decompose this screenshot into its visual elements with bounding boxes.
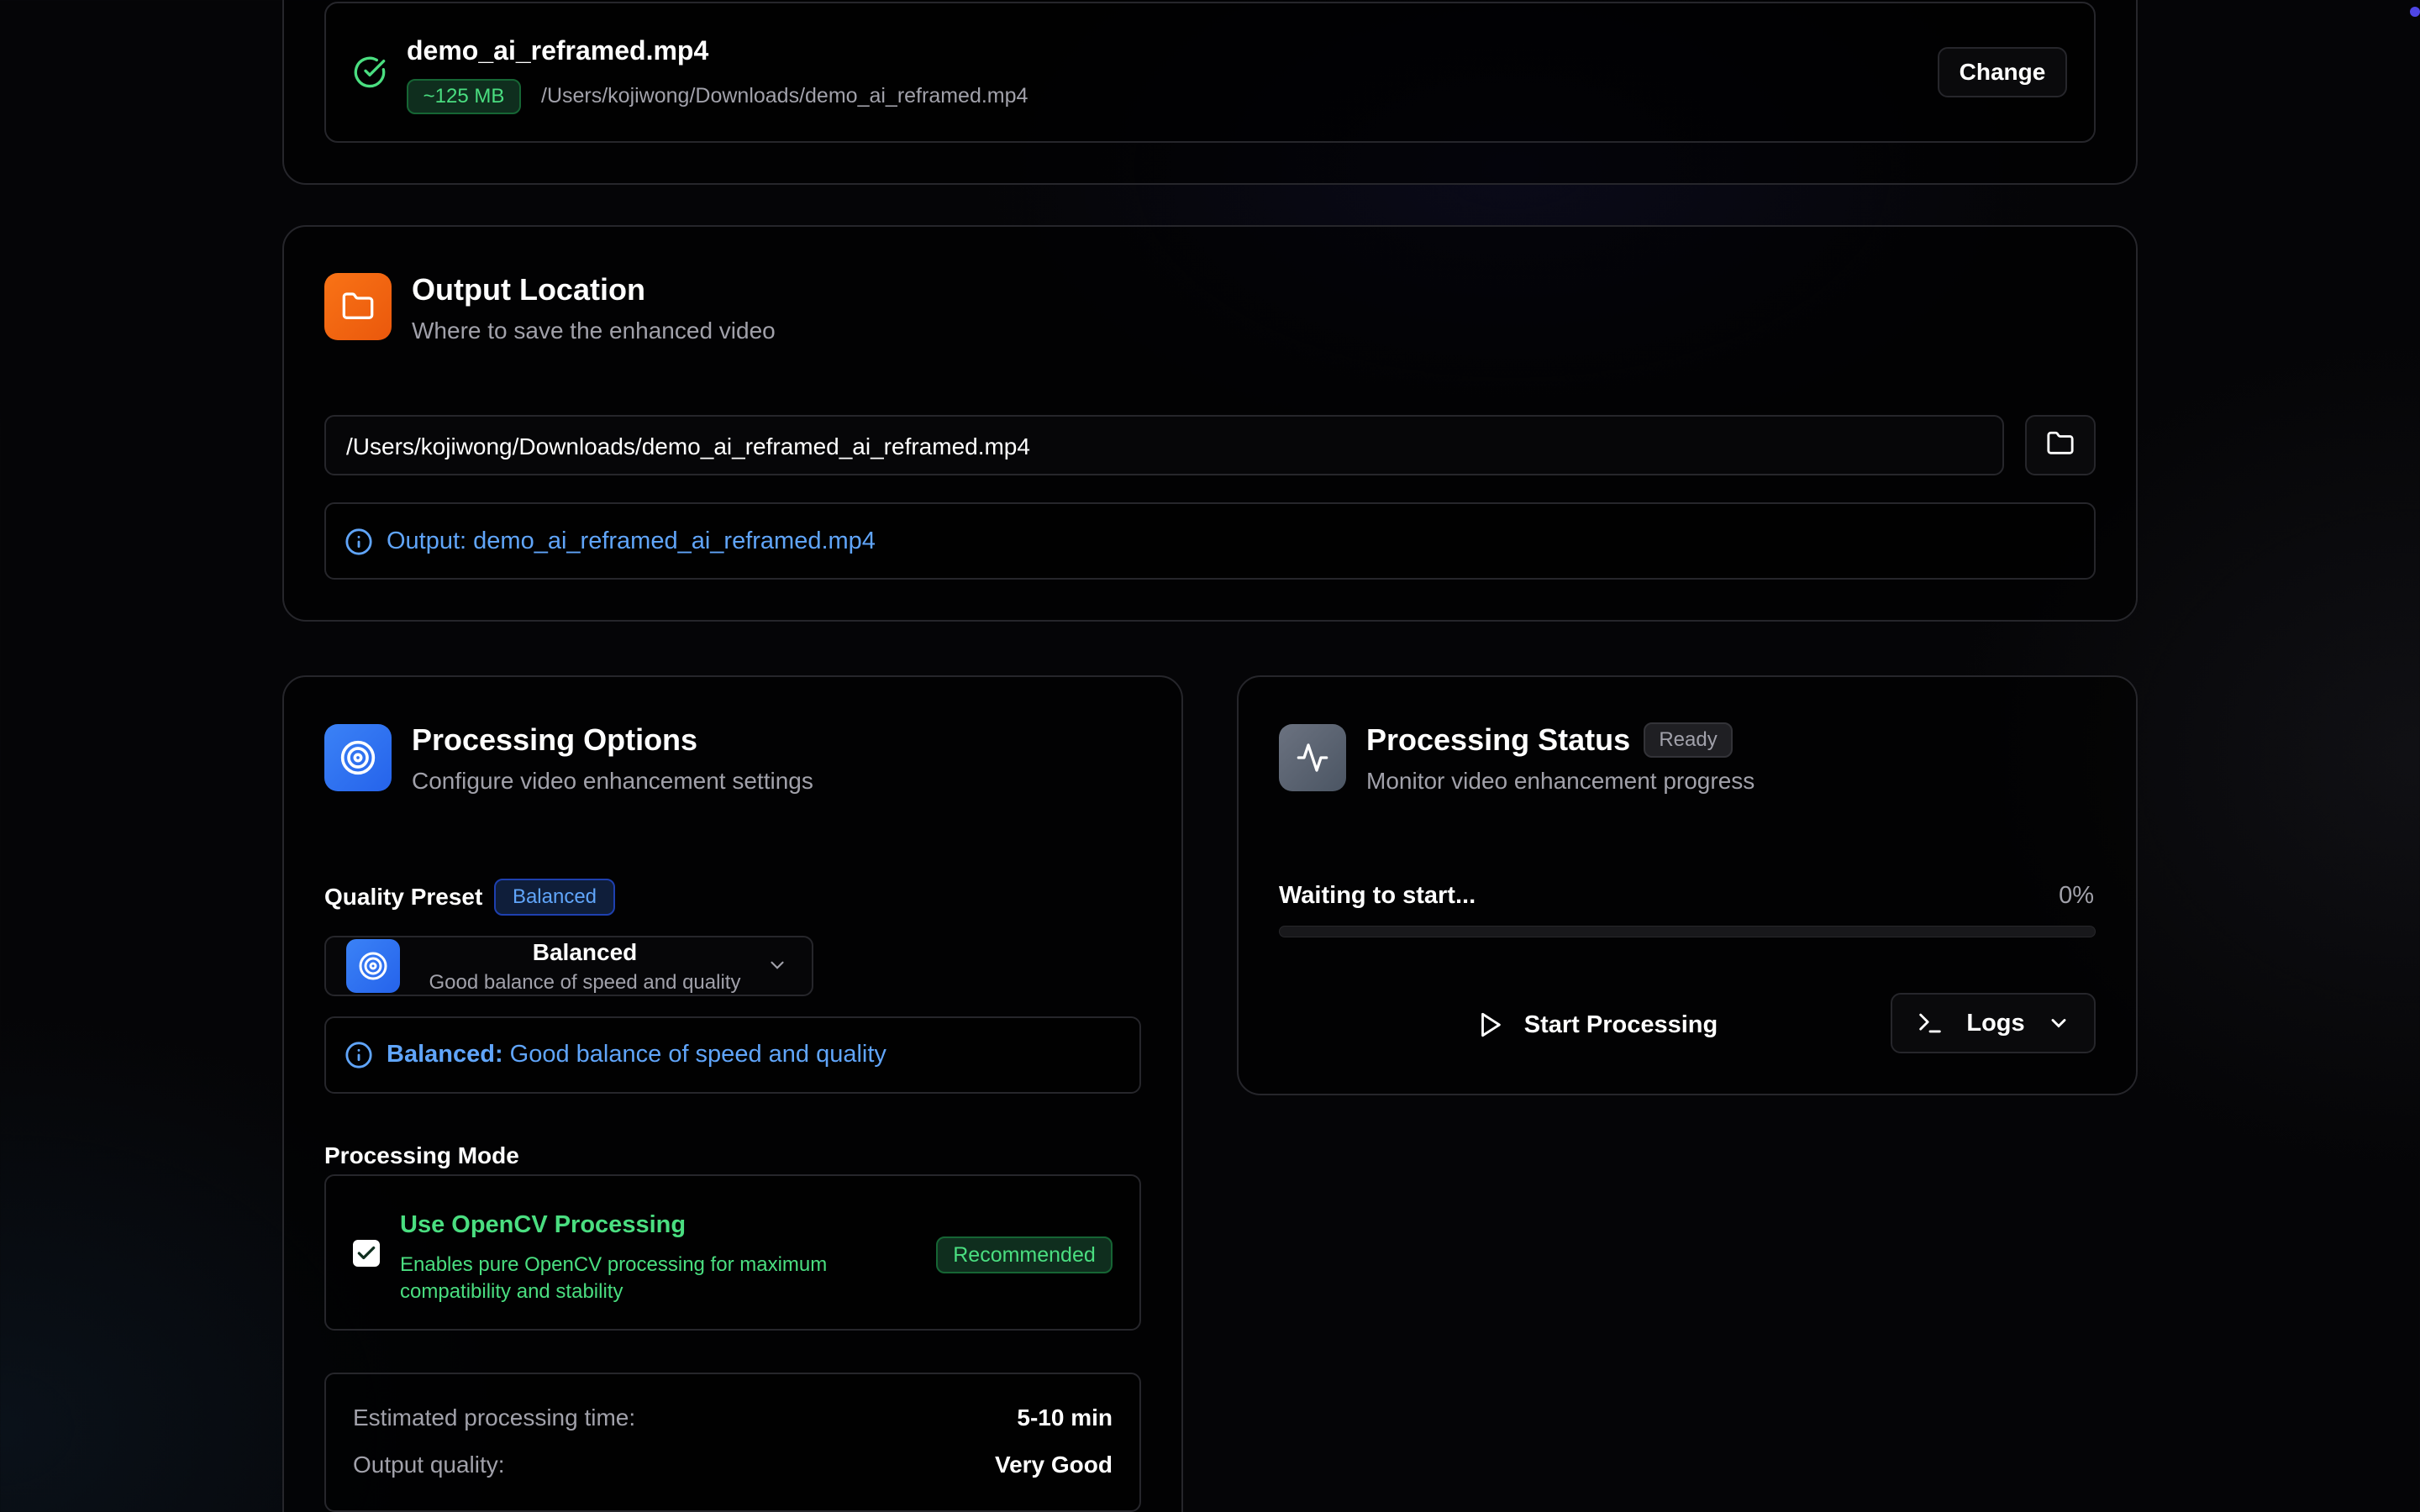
output-subtitle: Where to save the enhanced video	[412, 318, 776, 344]
status-subtitle: Monitor video enhancement progress	[1366, 768, 1755, 794]
status-title: Processing Status	[1366, 722, 1631, 757]
target-icon	[324, 724, 392, 791]
file-path: /Users/kojiwong/Downloads/demo_ai_refram…	[541, 84, 1028, 108]
info-icon	[345, 1041, 373, 1069]
preset-target-icon	[346, 939, 400, 993]
file-size-badge: ~125 MB	[407, 79, 521, 114]
status-badge: Ready	[1644, 722, 1733, 758]
quality-preset-badge: Balanced	[494, 879, 615, 916]
output-path-value: /Users/kojiwong/Downloads/demo_ai_refram…	[346, 433, 1030, 459]
select-title: Balanced	[532, 939, 638, 965]
start-processing-button[interactable]: Start Processing	[1428, 995, 1765, 1055]
progress-bar	[1279, 926, 2096, 937]
progress-percent: 0%	[2059, 882, 2094, 909]
options-title: Processing Options	[412, 722, 698, 757]
preset-info-text: Balanced: Good balance of speed and qual…	[387, 1041, 886, 1068]
preset-info-desc: Good balance of speed and quality	[509, 1041, 886, 1068]
logs-button[interactable]: Logs	[1891, 993, 2096, 1053]
terminal-icon	[1916, 1009, 1944, 1037]
chevron-down-icon	[2047, 1011, 2070, 1035]
notification-dot	[2410, 7, 2420, 17]
chevron-down-icon	[766, 954, 788, 976]
opencv-label[interactable]: Use OpenCV Processing	[400, 1211, 686, 1239]
opencv-checkbox[interactable]	[353, 1240, 380, 1267]
est-time-label: Estimated processing time:	[353, 1404, 636, 1431]
check-icon	[357, 1246, 376, 1260]
preset-info-bold: Balanced:	[387, 1041, 503, 1068]
options-subtitle: Configure video enhancement settings	[412, 768, 813, 794]
processing-mode-label: Processing Mode	[324, 1142, 519, 1168]
start-processing-label: Start Processing	[1523, 1011, 1718, 1038]
waiting-text: Waiting to start...	[1279, 882, 1476, 909]
output-quality-label: Output quality:	[353, 1452, 505, 1478]
logs-label: Logs	[1966, 1009, 2025, 1037]
change-file-button[interactable]: Change	[1938, 47, 2067, 97]
est-time-value: 5-10 min	[1017, 1404, 1113, 1431]
output-path-input[interactable]: /Users/kojiwong/Downloads/demo_ai_refram…	[324, 415, 2004, 475]
opencv-desc-line-2: compatibility and stability	[400, 1280, 623, 1303]
check-circle-icon	[353, 55, 387, 89]
folder-icon	[324, 273, 392, 340]
select-desc: Good balance of speed and quality	[429, 971, 741, 994]
output-quality-value: Very Good	[994, 1452, 1113, 1478]
info-icon	[345, 528, 373, 556]
folder-open-icon	[2046, 429, 2075, 462]
output-title: Output Location	[412, 272, 645, 307]
recommended-badge: Recommended	[936, 1236, 1113, 1273]
play-icon	[1476, 1011, 1504, 1039]
opencv-desc-line-1: Enables pure OpenCV processing for maxim…	[400, 1253, 828, 1276]
estimates-panel	[324, 1373, 1141, 1512]
quality-preset-label: Quality Preset	[324, 884, 483, 910]
selected-file-panel	[324, 2, 2096, 143]
activity-icon	[1279, 724, 1346, 791]
file-name: demo_ai_reframed.mp4	[407, 35, 709, 66]
browse-folder-button[interactable]	[2025, 415, 2096, 475]
output-info-text: Output: demo_ai_reframed_ai_reframed.mp4	[387, 528, 876, 554]
